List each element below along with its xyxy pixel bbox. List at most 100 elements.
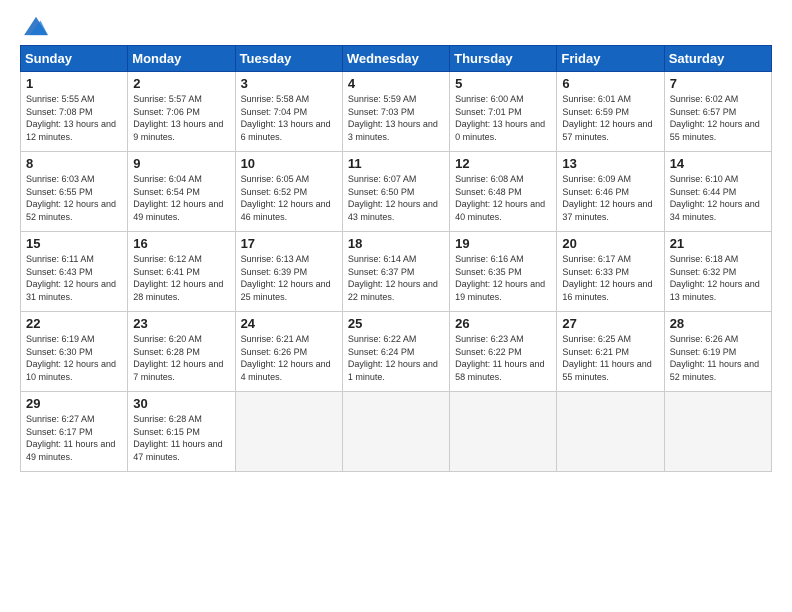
day-info: Sunrise: 6:14 AMSunset: 6:37 PMDaylight:… (348, 253, 444, 303)
calendar-day-cell: 4Sunrise: 5:59 AMSunset: 7:03 PMDaylight… (342, 72, 449, 152)
calendar-day-cell: 23Sunrise: 6:20 AMSunset: 6:28 PMDayligh… (128, 312, 235, 392)
day-info: Sunrise: 5:57 AMSunset: 7:06 PMDaylight:… (133, 93, 229, 143)
day-info: Sunrise: 6:08 AMSunset: 6:48 PMDaylight:… (455, 173, 551, 223)
empty-cell (342, 392, 449, 472)
day-number: 13 (562, 156, 658, 171)
empty-cell (664, 392, 771, 472)
calendar-day-cell: 27 Sunrise: 6:25 AMSunset: 6:21 PMDayligh… (557, 312, 664, 392)
calendar-week-row: 22 Sunrise: 6:19 AMSunset: 6:30 PMDayligh… (21, 312, 772, 392)
calendar-day-cell: 17 Sunrise: 6:13 AMSunset: 6:39 PMDayligh… (235, 232, 342, 312)
day-info: Sunrise: 6:17 AMSunset: 6:33 PMDaylight:… (562, 253, 658, 303)
logo (20, 15, 50, 37)
empty-cell (235, 392, 342, 472)
day-of-week-header: Wednesday (342, 46, 449, 72)
calendar-week-row: 1 Sunrise: 5:55 AMSunset: 7:08 PMDaylight… (21, 72, 772, 152)
day-info: Sunrise: 6:12 AMSunset: 6:41 PMDaylight:… (133, 253, 229, 303)
day-number: 30 (133, 396, 229, 411)
day-number: 4 (348, 76, 444, 91)
day-info: Sunrise: 6:09 AMSunset: 6:46 PMDaylight:… (562, 173, 658, 223)
calendar-day-cell: 28 Sunrise: 6:26 AMSunset: 6:19 PMDayligh… (664, 312, 771, 392)
day-number: 11 (348, 156, 444, 171)
day-number: 3 (241, 76, 337, 91)
day-info: Sunrise: 6:26 AMSunset: 6:19 PMDaylight:… (670, 333, 766, 383)
empty-cell (450, 392, 557, 472)
calendar-day-cell: 13 Sunrise: 6:09 AMSunset: 6:46 PMDayligh… (557, 152, 664, 232)
calendar-day-cell: 1 Sunrise: 5:55 AMSunset: 7:08 PMDaylight… (21, 72, 128, 152)
day-info: Sunrise: 6:04 AMSunset: 6:54 PMDaylight:… (133, 173, 229, 223)
day-of-week-header: Saturday (664, 46, 771, 72)
calendar-day-cell: 8 Sunrise: 6:03 AMSunset: 6:55 PMDaylight… (21, 152, 128, 232)
calendar-day-cell: 20Sunrise: 6:17 AMSunset: 6:33 PMDayligh… (557, 232, 664, 312)
calendar-day-cell: 16 Sunrise: 6:12 AMSunset: 6:41 PMDayligh… (128, 232, 235, 312)
day-number: 6 (562, 76, 658, 91)
day-of-week-header: Friday (557, 46, 664, 72)
day-of-week-header: Thursday (450, 46, 557, 72)
day-number: 17 (241, 236, 337, 251)
day-info: Sunrise: 6:00 AMSunset: 7:01 PMDaylight:… (455, 93, 551, 143)
day-info: Sunrise: 6:25 AMSunset: 6:21 PMDaylight:… (562, 333, 658, 383)
calendar-day-cell: 12 Sunrise: 6:08 AMSunset: 6:48 PMDayligh… (450, 152, 557, 232)
calendar-day-cell: 14Sunrise: 6:10 AMSunset: 6:44 PMDayligh… (664, 152, 771, 232)
logo-icon (22, 15, 50, 37)
day-of-week-header: Tuesday (235, 46, 342, 72)
day-info: Sunrise: 6:02 AMSunset: 6:57 PMDaylight:… (670, 93, 766, 143)
day-number: 1 (26, 76, 122, 91)
calendar-day-cell: 22 Sunrise: 6:19 AMSunset: 6:30 PMDayligh… (21, 312, 128, 392)
day-number: 15 (26, 236, 122, 251)
day-number: 16 (133, 236, 229, 251)
day-info: Sunrise: 5:58 AMSunset: 7:04 PMDaylight:… (241, 93, 337, 143)
day-number: 12 (455, 156, 551, 171)
calendar-day-cell: 19 Sunrise: 6:16 AMSunset: 6:35 PMDayligh… (450, 232, 557, 312)
calendar-week-row: 15Sunrise: 6:11 AMSunset: 6:43 PMDayligh… (21, 232, 772, 312)
calendar-header-row: SundayMondayTuesdayWednesdayThursdayFrid… (21, 46, 772, 72)
day-number: 26 (455, 316, 551, 331)
day-number: 28 (670, 316, 766, 331)
empty-cell (557, 392, 664, 472)
day-number: 9 (133, 156, 229, 171)
day-number: 5 (455, 76, 551, 91)
day-info: Sunrise: 6:16 AMSunset: 6:35 PMDaylight:… (455, 253, 551, 303)
day-number: 24 (241, 316, 337, 331)
day-info: Sunrise: 6:07 AMSunset: 6:50 PMDaylight:… (348, 173, 444, 223)
day-info: Sunrise: 6:01 AMSunset: 6:59 PMDaylight:… (562, 93, 658, 143)
day-number: 10 (241, 156, 337, 171)
day-info: Sunrise: 6:23 AMSunset: 6:22 PMDaylight:… (455, 333, 551, 383)
day-info: Sunrise: 6:13 AMSunset: 6:39 PMDaylight:… (241, 253, 337, 303)
day-info: Sunrise: 6:19 AMSunset: 6:30 PMDaylight:… (26, 333, 122, 383)
calendar-day-cell: 24Sunrise: 6:21 AMSunset: 6:26 PMDayligh… (235, 312, 342, 392)
calendar-day-cell: 25Sunrise: 6:22 AMSunset: 6:24 PMDayligh… (342, 312, 449, 392)
day-number: 22 (26, 316, 122, 331)
header (20, 15, 772, 37)
day-info: Sunrise: 6:18 AMSunset: 6:32 PMDaylight:… (670, 253, 766, 303)
calendar: SundayMondayTuesdayWednesdayThursdayFrid… (20, 45, 772, 472)
day-number: 19 (455, 236, 551, 251)
day-number: 7 (670, 76, 766, 91)
calendar-day-cell: 10 Sunrise: 6:05 AMSunset: 6:52 PMDayligh… (235, 152, 342, 232)
day-number: 21 (670, 236, 766, 251)
calendar-week-row: 8 Sunrise: 6:03 AMSunset: 6:55 PMDaylight… (21, 152, 772, 232)
page: SundayMondayTuesdayWednesdayThursdayFrid… (0, 0, 792, 612)
day-of-week-header: Monday (128, 46, 235, 72)
day-info: Sunrise: 6:05 AMSunset: 6:52 PMDaylight:… (241, 173, 337, 223)
calendar-day-cell: 9 Sunrise: 6:04 AMSunset: 6:54 PMDaylight… (128, 152, 235, 232)
calendar-day-cell: 11 Sunrise: 6:07 AMSunset: 6:50 PMDayligh… (342, 152, 449, 232)
day-number: 25 (348, 316, 444, 331)
calendar-day-cell: 6 Sunrise: 6:01 AMSunset: 6:59 PMDaylight… (557, 72, 664, 152)
calendar-day-cell: 15Sunrise: 6:11 AMSunset: 6:43 PMDayligh… (21, 232, 128, 312)
calendar-day-cell: 29Sunrise: 6:27 AMSunset: 6:17 PMDayligh… (21, 392, 128, 472)
day-info: Sunrise: 6:03 AMSunset: 6:55 PMDaylight:… (26, 173, 122, 223)
day-number: 29 (26, 396, 122, 411)
day-info: Sunrise: 6:20 AMSunset: 6:28 PMDaylight:… (133, 333, 229, 383)
calendar-week-row: 29Sunrise: 6:27 AMSunset: 6:17 PMDayligh… (21, 392, 772, 472)
day-number: 2 (133, 76, 229, 91)
day-info: Sunrise: 6:10 AMSunset: 6:44 PMDaylight:… (670, 173, 766, 223)
day-info: Sunrise: 5:55 AMSunset: 7:08 PMDaylight:… (26, 93, 122, 143)
calendar-day-cell: 7 Sunrise: 6:02 AMSunset: 6:57 PMDaylight… (664, 72, 771, 152)
calendar-day-cell: 26 Sunrise: 6:23 AMSunset: 6:22 PMDayligh… (450, 312, 557, 392)
calendar-day-cell: 21 Sunrise: 6:18 AMSunset: 6:32 PMDayligh… (664, 232, 771, 312)
calendar-day-cell: 2 Sunrise: 5:57 AMSunset: 7:06 PMDaylight… (128, 72, 235, 152)
calendar-day-cell: 18 Sunrise: 6:14 AMSunset: 6:37 PMDayligh… (342, 232, 449, 312)
day-number: 27 (562, 316, 658, 331)
day-number: 18 (348, 236, 444, 251)
day-number: 8 (26, 156, 122, 171)
